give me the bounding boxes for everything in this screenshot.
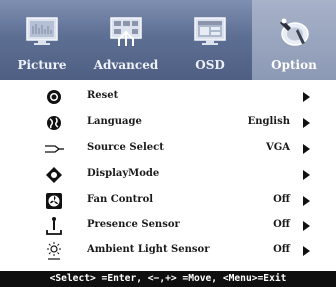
source-select-value: VGA <box>265 142 290 153</box>
key-hint-bar: <Select> =Enter, <−,+> =Move, <Menu>=Exi… <box>0 271 336 287</box>
tab-picture-label: Picture <box>17 58 67 72</box>
option-wrench-icon <box>280 18 309 46</box>
osd-menu: Picture Advanced OSD Option Reset Langua… <box>0 0 336 287</box>
displaymode-label: DisplayMode <box>87 168 160 179</box>
ambient-light-icon <box>47 242 61 260</box>
tab-option-label: Option <box>271 58 317 72</box>
reset-label: Reset <box>87 90 119 101</box>
language-label: Language <box>87 116 142 127</box>
fan-icon <box>46 193 62 209</box>
display-mode-icon <box>46 167 62 183</box>
tab-osd-label: OSD <box>195 58 225 72</box>
menu-item-fan-control[interactable]: Fan Control Off <box>0 188 336 214</box>
tab-advanced[interactable]: Advanced <box>84 0 168 80</box>
fan-control-value: Off <box>273 194 290 205</box>
source-select-label: Source Select <box>87 142 164 153</box>
menu-item-language[interactable]: Language English <box>0 110 336 136</box>
chevron-right-icon <box>303 170 310 180</box>
language-value: English <box>247 116 290 127</box>
tab-osd[interactable]: OSD <box>168 0 252 80</box>
chevron-right-icon <box>303 246 310 256</box>
tab-picture[interactable]: Picture <box>0 0 84 80</box>
picture-monitor-icon <box>26 17 58 45</box>
ambient-light-sensor-label: Ambient Light Sensor <box>87 244 210 255</box>
osd-screen-icon <box>194 17 226 45</box>
chevron-right-icon <box>303 221 310 231</box>
chevron-right-icon <box>303 92 310 102</box>
presence-sensor-label: Presence Sensor <box>87 219 180 230</box>
globe-icon <box>47 116 61 130</box>
menu-item-reset[interactable]: Reset <box>0 84 336 110</box>
ambient-light-sensor-value: Off <box>273 244 290 255</box>
tab-option[interactable]: Option <box>252 0 336 80</box>
reset-icon <box>47 90 61 104</box>
tab-advanced-label: Advanced <box>93 58 159 72</box>
chevron-right-icon <box>303 118 310 128</box>
presence-sensor-value: Off <box>273 219 290 230</box>
advanced-sliders-icon <box>110 17 142 46</box>
menu-item-ambient-light-sensor[interactable]: Ambient Light Sensor Off <box>0 238 336 264</box>
presence-sensor-icon <box>46 217 62 235</box>
menu-item-source-select[interactable]: Source Select VGA <box>0 136 336 162</box>
source-select-icon <box>45 145 64 153</box>
fan-control-label: Fan Control <box>87 194 154 205</box>
chevron-right-icon <box>303 196 310 206</box>
chevron-right-icon <box>303 144 310 154</box>
tab-bar: Picture Advanced OSD Option <box>0 0 336 80</box>
menu-item-presence-sensor[interactable]: Presence Sensor Off <box>0 213 336 239</box>
menu-item-displaymode[interactable]: DisplayMode <box>0 162 336 188</box>
